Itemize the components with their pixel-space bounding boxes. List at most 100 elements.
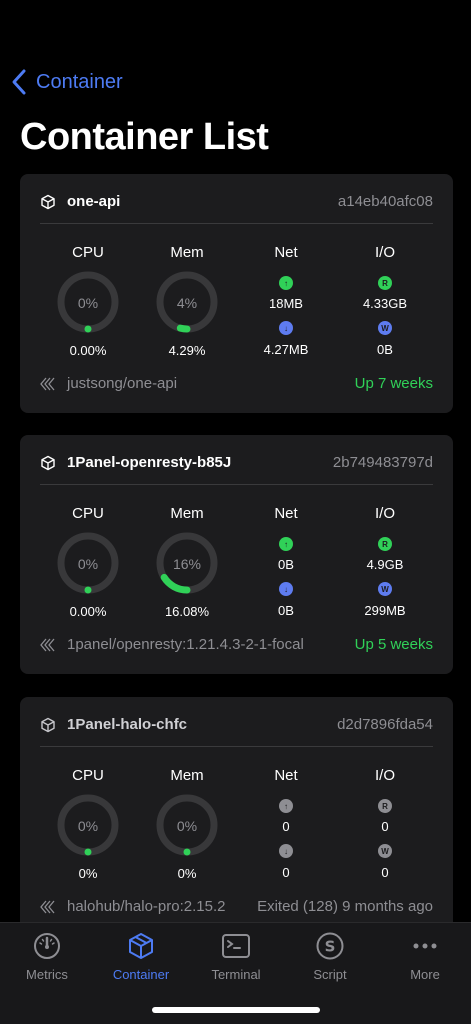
tab-terminal-label: Terminal	[211, 967, 261, 982]
image-layers-icon	[40, 900, 55, 914]
net-down-icon: ↓	[279, 582, 293, 596]
nav-back-button[interactable]: Container	[10, 68, 123, 96]
chevron-left-icon	[12, 69, 26, 95]
card-footer: justsong/one-api Up 7 weeks	[40, 374, 433, 394]
tab-container-label: Container	[112, 967, 170, 982]
net-label: Net	[274, 767, 298, 784]
cpu-gauge-percent: 0%	[77, 295, 99, 311]
card-divider	[40, 746, 433, 747]
net-label: Net	[274, 244, 298, 261]
tab-script[interactable]: S Script	[285, 931, 375, 982]
io-label: I/O	[374, 505, 395, 522]
net-up-value: 18MB	[269, 296, 303, 311]
cpu-value: 0%	[78, 866, 98, 881]
image-layers-icon	[40, 377, 55, 391]
container-card[interactable]: 1Panel-halo-chfc d2d7896fda54 CPU Mem Net I…	[20, 697, 453, 936]
container-image: justsong/one-api	[67, 375, 178, 392]
container-id: 2b749483797d	[332, 454, 433, 471]
tab-terminal[interactable]: Terminal	[191, 931, 281, 982]
tab-container[interactable]: Container	[96, 931, 186, 982]
tab-metrics-label: Metrics	[26, 967, 68, 982]
net-up-value: 0	[282, 819, 290, 834]
mem-gauge-percent: 0%	[176, 818, 198, 834]
cpu-gauge-percent: 0%	[77, 818, 99, 834]
card-divider	[40, 484, 433, 485]
tab-more[interactable]: More	[380, 931, 470, 982]
io-read-icon: R	[378, 276, 392, 290]
mem-value: 0%	[177, 866, 197, 881]
mem-label: Mem	[170, 244, 204, 261]
io-write-icon: W	[378, 844, 392, 858]
mem-gauge-percent: 16%	[172, 556, 202, 572]
io-label: I/O	[374, 244, 395, 261]
net-label: Net	[274, 505, 298, 522]
cpu-value: 0.00%	[69, 604, 107, 619]
card-header: 1Panel-openresty-b85J 2b749483797d	[20, 435, 453, 485]
net-down-value: 0B	[278, 603, 294, 618]
card-header: 1Panel-halo-chfc d2d7896fda54	[20, 697, 453, 747]
more-icon	[413, 943, 437, 949]
container-cube-icon	[41, 717, 55, 733]
container-card[interactable]: 1Panel-openresty-b85J 2b749483797d CPU Me…	[20, 435, 453, 674]
io-read-value: 4.9GB	[366, 557, 404, 572]
container-status: Exited (128) 9 months ago	[257, 898, 433, 915]
net-down-value: 4.27MB	[263, 342, 309, 357]
net-up-icon: ↑	[279, 276, 293, 290]
container-image: halohub/halo-pro:2.15.2	[67, 898, 226, 915]
net-down-icon: ↓	[279, 844, 293, 858]
tab-script-label: Script	[313, 967, 347, 982]
mem-label: Mem	[170, 767, 204, 784]
net-up-icon: ↑	[279, 799, 293, 813]
cube-icon	[129, 933, 153, 959]
io-write-value: 0	[381, 865, 389, 880]
io-label: I/O	[374, 767, 395, 784]
net-down-icon: ↓	[279, 321, 293, 335]
cpu-gauge-ring-dot	[84, 848, 92, 856]
mem-gauge-percent: 4%	[176, 295, 198, 311]
svg-text:S: S	[325, 938, 336, 956]
image-layers-icon	[40, 638, 55, 652]
cpu-value: 0.00%	[69, 343, 107, 358]
tab-more-label: More	[410, 967, 440, 982]
tab-metrics[interactable]: Metrics	[2, 931, 92, 982]
container-cube-icon	[41, 194, 55, 210]
container-id: a14eb40afc08	[337, 193, 433, 210]
cpu-gauge-ring-dot	[84, 325, 92, 333]
page-title: Container List	[20, 116, 269, 158]
io-read-value: 0	[381, 819, 389, 834]
cpu-label: CPU	[72, 244, 104, 261]
container-status: Up 7 weeks	[354, 375, 433, 392]
cpu-gauge-percent: 0%	[77, 556, 99, 572]
io-read-icon: R	[378, 537, 392, 551]
mem-value: 4.29%	[168, 343, 206, 358]
container-id: d2d7896fda54	[337, 716, 433, 733]
io-read-value: 4.33GB	[362, 296, 408, 311]
container-card[interactable]: one-api a14eb40afc08 CPU Mem Net I/O 0% 0.00%…	[20, 174, 453, 413]
card-divider	[40, 223, 433, 224]
cpu-gauge-ring-dot	[84, 586, 92, 594]
container-cube-icon	[41, 455, 55, 471]
mem-value: 16.08%	[164, 604, 210, 619]
io-read-icon: R	[378, 799, 392, 813]
container-name: one-api	[67, 193, 121, 210]
card-footer: 1panel/openresty:1.21.4.3-2-1-focal Up 5…	[40, 635, 433, 655]
container-status: Up 5 weeks	[354, 636, 433, 653]
gauge-icon	[34, 933, 60, 959]
io-write-icon: W	[378, 582, 392, 596]
io-write-value: 0B	[377, 342, 393, 357]
terminal-icon	[222, 934, 250, 958]
container-name: 1Panel-openresty-b85J	[67, 454, 232, 471]
script-icon: S	[316, 932, 344, 960]
net-down-value: 0	[282, 865, 290, 880]
home-indicator	[152, 1007, 320, 1013]
card-footer: halohub/halo-pro:2.15.2 Exited (128) 9 m…	[40, 897, 433, 917]
card-header: one-api a14eb40afc08	[20, 174, 453, 224]
net-up-icon: ↑	[279, 537, 293, 551]
mem-label: Mem	[170, 505, 204, 522]
container-name: 1Panel-halo-chfc	[67, 716, 188, 733]
cpu-label: CPU	[72, 767, 104, 784]
container-image: 1panel/openresty:1.21.4.3-2-1-focal	[67, 636, 304, 653]
mem-gauge-ring-dot	[183, 848, 191, 856]
net-up-value: 0B	[278, 557, 294, 572]
cpu-label: CPU	[72, 505, 104, 522]
